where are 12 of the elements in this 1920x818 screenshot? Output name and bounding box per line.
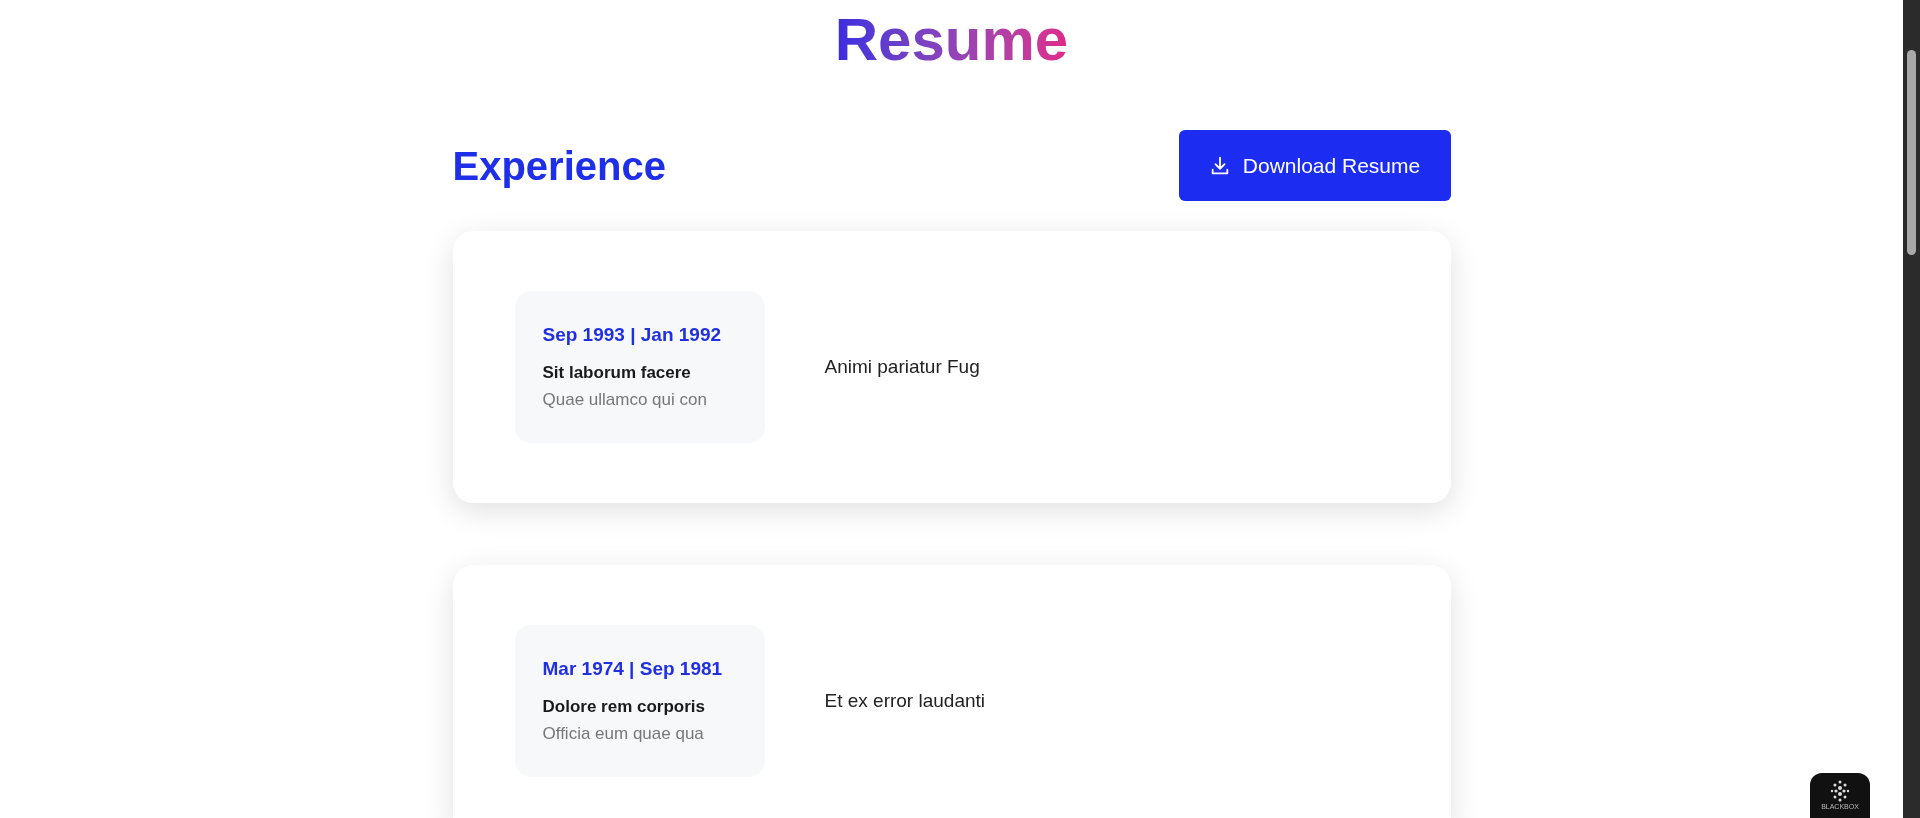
date-range: Mar 1974 | Sep 1981 <box>542 657 724 682</box>
download-resume-button[interactable]: Download Resume <box>1178 130 1451 201</box>
company-name: Quae ullamco qui con <box>542 389 708 412</box>
job-title: Sit laborum facere <box>542 361 692 384</box>
job-title: Dolore rem corporis <box>542 695 706 718</box>
job-description: Animi pariatur Fug <box>824 354 980 379</box>
job-description: Et ex error laudanti <box>824 688 986 713</box>
date-range: Sep 1993 | Jan 1992 <box>542 323 723 348</box>
scrollbar[interactable] <box>1903 0 1920 818</box>
section-heading: Experience <box>452 142 666 190</box>
company-name: Officia eum quae qua <box>542 723 705 746</box>
dots-icon <box>1828 779 1852 803</box>
